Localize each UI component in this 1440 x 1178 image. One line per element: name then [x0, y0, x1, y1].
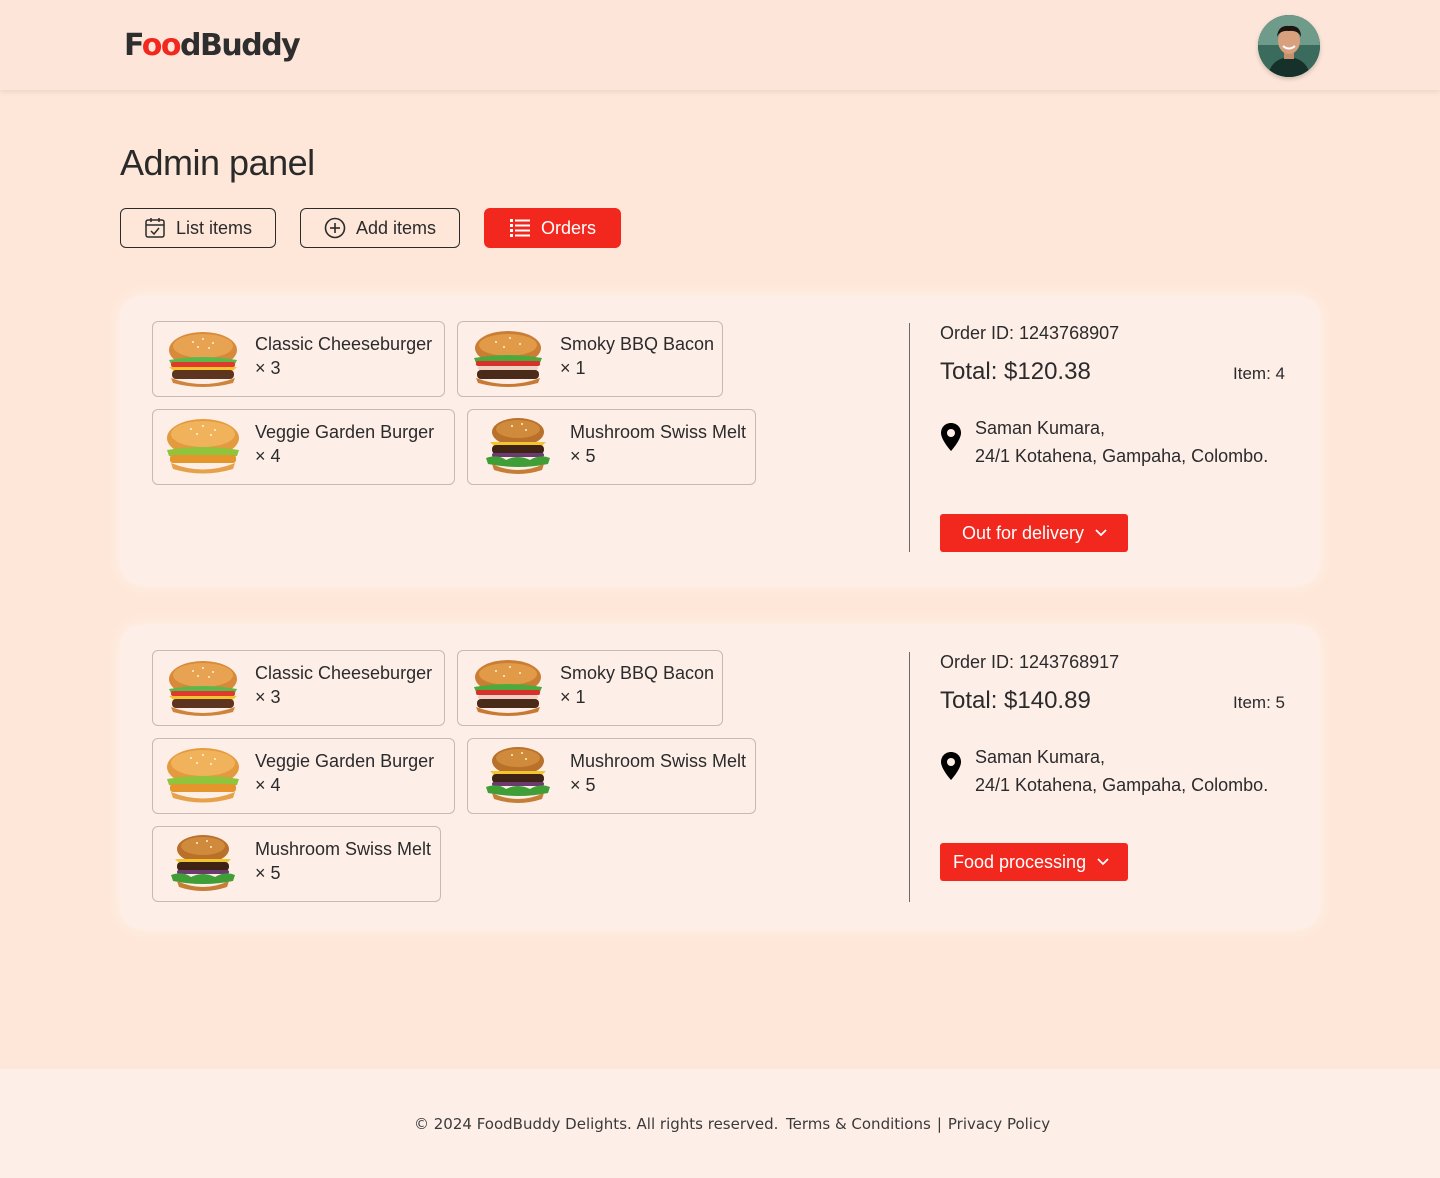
item-name: Mushroom Swiss Melt [570, 422, 747, 442]
order-info: Order ID: 1243768907 Total: $120.38 Item… [940, 322, 1285, 552]
delivery-address: Saman Kumara, 24/1 Kotahena, Gampaha, Co… [940, 743, 1285, 799]
item-quantity: × 3 [255, 358, 281, 378]
chevron-down-icon [1097, 858, 1109, 866]
tab-list-items-label: List items [175, 217, 253, 238]
order-card: Classic Cheeseburger × 3 Smoky BBQ Bacon… [120, 625, 1320, 929]
location-pin-icon [941, 423, 961, 451]
order-item: Veggie Garden Burger × 4 [152, 409, 455, 485]
order-status-value: Out for delivery [962, 522, 1085, 543]
address-name: Saman Kumara, [975, 418, 1106, 438]
avatar-image [1258, 15, 1320, 77]
item-name: Smoky BBQ Bacon [560, 663, 715, 683]
page-footer: © 2024 FoodBuddy Delights. All rights re… [0, 1069, 1440, 1178]
item-quantity: × 1 [560, 358, 586, 378]
order-status-dropdown[interactable]: Out for delivery [940, 514, 1129, 552]
order-id: Order ID: 1243768917 [940, 652, 1120, 672]
order-item: Mushroom Swiss Melt × 5 [467, 409, 756, 485]
order-id: Order ID: 1243768907 [940, 323, 1120, 343]
order-card: Classic Cheeseburger × 3 Smoky BBQ Bacon… [120, 296, 1320, 585]
footer-links: Terms & Conditions | Privacy Policy [786, 1115, 1050, 1133]
vertical-divider [909, 323, 910, 552]
item-quantity: × 4 [255, 775, 281, 795]
burger-image [478, 416, 558, 478]
burger-image [163, 657, 243, 719]
item-quantity: × 3 [255, 687, 281, 707]
order-total: Total: $120.38 [940, 358, 1091, 385]
order-item: Mushroom Swiss Melt × 5 [152, 826, 441, 902]
item-count: Item: 5 [1233, 693, 1285, 712]
burger-image [163, 328, 243, 390]
tab-orders-label: Orders [540, 217, 596, 238]
user-avatar[interactable] [1258, 15, 1320, 77]
delivery-address: Saman Kumara, 24/1 Kotahena, Gampaha, Co… [940, 414, 1285, 470]
footer-separator: | [936, 1115, 942, 1133]
order-items: Classic Cheeseburger × 3 Smoky BBQ Bacon… [152, 321, 892, 497]
burger-image [163, 416, 243, 478]
tab-add-items[interactable]: Add items [300, 208, 460, 248]
page-title: Admin panel [120, 142, 315, 183]
address-name: Saman Kumara, [975, 747, 1106, 767]
list-icon [509, 217, 531, 239]
order-status-dropdown[interactable]: Food processing [940, 843, 1129, 881]
item-name: Veggie Garden Burger [255, 422, 435, 442]
tab-add-items-label: Add items [355, 217, 437, 238]
terms-link[interactable]: Terms & Conditions [786, 1115, 931, 1133]
address-line: 24/1 Kotahena, Gampaha, Colombo. [975, 775, 1269, 795]
order-info: Order ID: 1243768917 Total: $140.89 Item… [940, 651, 1285, 881]
chevron-down-icon [1095, 529, 1107, 537]
item-name: Mushroom Swiss Melt [255, 839, 432, 859]
foodbuddy-logo[interactable]: FoodBuddy [124, 28, 301, 64]
order-item: Classic Cheeseburger × 3 [152, 321, 445, 397]
item-name: Classic Cheeseburger [255, 334, 433, 354]
item-quantity: × 1 [560, 687, 586, 707]
order-total: Total: $140.89 [940, 687, 1091, 714]
item-count: Item: 4 [1233, 364, 1285, 383]
item-name: Veggie Garden Burger [255, 751, 435, 771]
item-name: Smoky BBQ Bacon [560, 334, 715, 354]
vertical-divider [909, 652, 910, 902]
burger-image [468, 328, 548, 390]
order-item: Veggie Garden Burger × 4 [152, 738, 455, 814]
order-item: Smoky BBQ Bacon × 1 [457, 321, 723, 397]
location-pin-icon [941, 752, 961, 780]
burger-image [478, 745, 558, 807]
order-item: Mushroom Swiss Melt × 5 [467, 738, 756, 814]
top-header: FoodBuddy [0, 0, 1440, 90]
address-line: 24/1 Kotahena, Gampaha, Colombo. [975, 446, 1269, 466]
tab-list-items[interactable]: List items [120, 208, 276, 248]
burger-image [468, 657, 548, 719]
privacy-link[interactable]: Privacy Policy [948, 1115, 1050, 1133]
calendar-check-icon [144, 217, 166, 239]
item-quantity: × 5 [570, 446, 596, 466]
order-items: Classic Cheeseburger × 3 Smoky BBQ Bacon… [152, 650, 892, 914]
item-quantity: × 5 [570, 775, 596, 795]
item-quantity: × 5 [255, 863, 281, 883]
plus-circle-icon [324, 217, 346, 239]
order-item: Classic Cheeseburger × 3 [152, 650, 445, 726]
item-name: Classic Cheeseburger [255, 663, 433, 683]
order-status-value: Food processing [953, 851, 1087, 872]
copyright-text: © 2024 FoodBuddy Delights. All rights re… [414, 1115, 779, 1133]
order-item: Smoky BBQ Bacon × 1 [457, 650, 723, 726]
burger-image [163, 833, 243, 895]
burger-image [163, 745, 243, 807]
tab-orders[interactable]: Orders [484, 208, 621, 248]
item-quantity: × 4 [255, 446, 281, 466]
item-name: Mushroom Swiss Melt [570, 751, 747, 771]
